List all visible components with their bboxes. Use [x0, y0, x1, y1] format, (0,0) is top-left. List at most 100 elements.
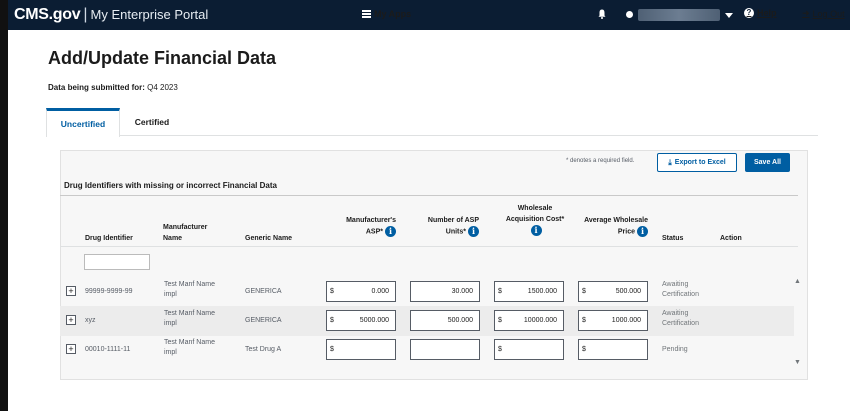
user-name-redacted[interactable] — [638, 9, 720, 21]
currency-symbol: $ — [498, 317, 502, 324]
page-title: Add/Update Financial Data — [48, 48, 277, 68]
tab-certified[interactable]: Certified — [120, 108, 184, 136]
info-icon[interactable]: i — [530, 225, 542, 236]
cell-manufacturer-line1: Test Manf Name — [164, 339, 215, 346]
status-line1: Awaiting — [662, 310, 689, 317]
header-wac-info-wrap: i — [490, 225, 580, 236]
header-manufacturer-name[interactable]: Manufacturer Name — [163, 222, 207, 244]
cell-manufacturer-name: Test Manf Name impl — [164, 280, 215, 300]
download-icon: ⤓ — [668, 157, 672, 167]
header-wac[interactable]: Wholesale Acquisition Cost* i — [490, 203, 580, 236]
cell-generic-name: GENERICA — [245, 317, 282, 324]
asp-units-input[interactable]: 30.000 — [410, 281, 480, 302]
asp-units-value: 30.000 — [451, 288, 473, 295]
asp-input[interactable]: $0.000 — [326, 281, 396, 302]
cell-status: Pending — [662, 345, 688, 355]
header-wac-line1: Wholesale — [517, 205, 553, 212]
cell-status: Awaiting Certification — [662, 309, 699, 329]
submission-period-label: Data being submitted for: — [48, 83, 145, 92]
asp-units-input[interactable] — [410, 339, 480, 360]
cell-manufacturer-name: Test Manf Name impl — [164, 338, 215, 358]
header-status[interactable]: Status — [662, 233, 683, 244]
currency-symbol: $ — [330, 346, 334, 353]
awp-input[interactable]: $ — [578, 339, 648, 360]
header-manufacturer-line1: Manufacturer — [163, 224, 208, 231]
currency-symbol: $ — [582, 288, 586, 295]
table-title: Drug Identifiers with missing or incorre… — [64, 181, 277, 190]
header-awp[interactable]: Average Wholesale Price i — [570, 215, 648, 237]
header-asp[interactable]: Manufacturer's ASP* i — [318, 215, 396, 237]
cell-generic-name: Test Drug A — [245, 346, 282, 353]
plus-square-icon[interactable]: + — [66, 286, 76, 296]
plus-square-icon[interactable]: + — [66, 315, 76, 325]
status-line2: Certification — [662, 320, 699, 327]
currency-symbol: $ — [582, 346, 586, 353]
save-all-button[interactable]: Save All — [745, 153, 790, 172]
status-line1: Pending — [662, 346, 688, 353]
cell-manufacturer-name: Test Manf Name impl — [164, 309, 215, 329]
my-apps-button[interactable]: My Apps — [362, 9, 411, 19]
table-row: + 00010-1111-11 Test Manf Name impl Test… — [60, 335, 794, 365]
cell-generic-name: GENERICA — [245, 288, 282, 295]
asp-units-input[interactable]: 500.000 — [410, 310, 480, 331]
drug-identifier-filter-input[interactable] — [84, 254, 150, 270]
scroll-up-arrow-icon[interactable]: ▲ — [794, 278, 801, 285]
cell-manufacturer-line2: impl — [164, 320, 177, 327]
logout-icon: ➜ — [802, 8, 810, 18]
info-icon[interactable]: i — [385, 226, 396, 237]
header-drug-identifier[interactable]: Drug Identifier — [85, 233, 133, 244]
bell-icon[interactable] — [598, 9, 606, 19]
awp-value: 500.000 — [615, 288, 641, 295]
cell-drug-identifier: 00010-1111-11 — [85, 346, 131, 353]
asp-units-value: 500.000 — [447, 317, 473, 324]
submission-period-value: Q4 2023 — [147, 83, 178, 92]
tab-uncertified[interactable]: Uncertified — [46, 108, 120, 137]
cell-drug-identifier: xyz — [85, 317, 96, 324]
header-manufacturer-line2: Name — [163, 235, 183, 242]
submission-period: Data being submitted for: Q4 2023 — [48, 83, 178, 92]
asp-input[interactable]: $5000.000 — [326, 310, 396, 331]
currency-symbol: $ — [498, 346, 502, 353]
header-units-line2-wrap: Units* i — [400, 226, 479, 237]
cell-status: Awaiting Certification — [662, 280, 699, 300]
table-row: + 99999-9999-99 Test Manf Name impl GENE… — [60, 277, 794, 307]
logout-link[interactable]: ➜ Log Out — [802, 8, 845, 19]
brand-logo[interactable]: CMS.gov | My Enterprise Portal — [8, 6, 208, 24]
currency-symbol: $ — [498, 288, 502, 295]
header-awp-line2-wrap: Price i — [570, 226, 648, 237]
user-icon[interactable] — [626, 11, 633, 18]
cell-manufacturer-line2: impl — [164, 349, 177, 356]
info-icon[interactable]: i — [637, 226, 648, 237]
brand-cms: CMS.gov — [14, 6, 81, 23]
status-line2: Certification — [662, 291, 699, 298]
header-action: Action — [720, 235, 742, 242]
wac-input[interactable]: $10000.000 — [494, 310, 564, 331]
header-asp-line2: ASP* — [365, 228, 383, 236]
awp-value: 1000.000 — [611, 317, 641, 324]
header-asp-units[interactable]: Number of ASP Units* i — [400, 215, 479, 237]
cell-manufacturer-line1: Test Manf Name — [164, 310, 215, 317]
cell-manufacturer-line1: Test Manf Name — [164, 281, 215, 288]
asp-input[interactable]: $ — [326, 339, 396, 360]
logout-label: Log Out — [812, 8, 845, 19]
header-wac-line2: Acquisition Cost* — [505, 216, 565, 223]
asp-value: 5000.000 — [359, 317, 389, 324]
help-link[interactable]: ? Help — [744, 8, 777, 18]
export-to-excel-button[interactable]: ⤓ Export to Excel — [657, 153, 737, 172]
table-row: + xyz Test Manf Name impl GENERICA $5000… — [60, 306, 794, 336]
plus-square-icon[interactable]: + — [66, 344, 76, 354]
scroll-down-arrow-icon[interactable]: ▼ — [794, 359, 801, 366]
awp-input[interactable]: $1000.000 — [578, 310, 648, 331]
currency-symbol: $ — [582, 317, 586, 324]
wac-input[interactable]: $ — [494, 339, 564, 360]
header-generic-name[interactable]: Generic Name — [245, 233, 292, 244]
help-label: Help — [757, 8, 777, 18]
chevron-down-icon[interactable] — [725, 13, 733, 18]
header-asp-line1: Manufacturer's — [346, 217, 396, 224]
awp-input[interactable]: $500.000 — [578, 281, 648, 302]
wac-input[interactable]: $1500.000 — [494, 281, 564, 302]
window-frame-edge — [0, 0, 8, 411]
brand-portal-name: My Enterprise Portal — [90, 7, 209, 22]
cell-drug-identifier: 99999-9999-99 — [85, 288, 133, 295]
info-icon[interactable]: i — [468, 226, 479, 237]
